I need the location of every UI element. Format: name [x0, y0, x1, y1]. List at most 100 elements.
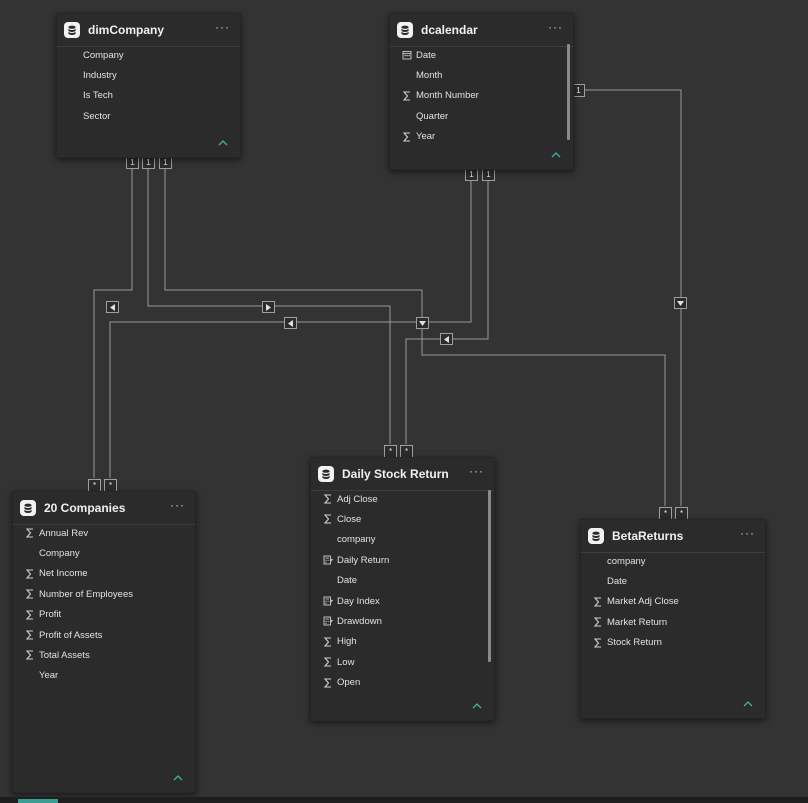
table-field[interactable]: Date: [390, 46, 436, 64]
table-field[interactable]: Month Number: [390, 87, 479, 105]
sigma-icon: [23, 528, 37, 538]
scrollbar[interactable]: [567, 44, 570, 140]
table-field[interactable]: Quarter: [390, 107, 448, 125]
table-field[interactable]: Company: [13, 544, 80, 562]
table-field[interactable]: Date: [581, 572, 627, 590]
field-label: Stock Return: [607, 637, 662, 649]
table-field[interactable]: Stock Return: [581, 634, 662, 652]
field-label: company: [607, 555, 646, 567]
table-field[interactable]: High: [311, 633, 357, 651]
field-label: Annual Rev: [39, 527, 89, 539]
table-field[interactable]: Year: [13, 667, 58, 685]
table-field[interactable]: Number of Employees: [13, 585, 133, 603]
field-label: Profit of Assets: [39, 629, 103, 641]
table-field[interactable]: Sector: [57, 107, 110, 125]
table-field[interactable]: Company: [57, 46, 124, 64]
rel-line-dimcompany-betareturns: [164, 167, 666, 506]
table-field[interactable]: Net Income: [13, 565, 88, 583]
table-header[interactable]: dcalendar: [390, 14, 573, 47]
sigma-icon: [23, 630, 37, 640]
bottom-tab-bar: [0, 797, 808, 803]
collapse-chevron-up-icon[interactable]: [551, 145, 561, 163]
table-header[interactable]: BetaReturns: [581, 520, 765, 553]
field-label: Company: [83, 49, 124, 61]
field-label: Profit: [39, 609, 62, 621]
field-label: Open: [337, 677, 361, 689]
field-label: Close: [337, 513, 362, 525]
filter-direction-down-icon[interactable]: [416, 317, 429, 329]
table-field[interactable]: Annual Rev: [13, 524, 88, 542]
more-options-button[interactable]: ···: [548, 20, 563, 34]
more-options-button[interactable]: ···: [740, 526, 755, 540]
filter-direction-down-icon[interactable]: [674, 297, 687, 309]
field-label: Total Assets: [39, 649, 90, 661]
field-label: Number of Employees: [39, 588, 133, 600]
table-header[interactable]: dimCompany: [57, 14, 240, 47]
table-field[interactable]: Date: [311, 572, 357, 590]
table-field[interactable]: company: [581, 552, 646, 570]
filter-direction-left-icon[interactable]: [440, 333, 453, 345]
sigma-icon: [321, 657, 335, 667]
more-options-button[interactable]: ···: [215, 20, 230, 34]
table-title: dimCompany: [88, 23, 165, 37]
active-page-tab[interactable]: [18, 799, 58, 803]
table-field[interactable]: Is Tech: [57, 87, 113, 105]
collapse-chevron-up-icon[interactable]: [472, 696, 482, 714]
table-field[interactable]: Close: [311, 510, 361, 528]
table-field[interactable]: Low: [311, 653, 354, 671]
field-label: Market Adj Close: [607, 596, 679, 608]
calculator-icon: [321, 555, 335, 565]
sigma-icon: [23, 610, 37, 620]
table-field[interactable]: Open: [311, 674, 360, 692]
table-field[interactable]: Month: [390, 66, 442, 84]
filter-direction-left-icon[interactable]: [106, 301, 119, 313]
table-field[interactable]: Profit: [13, 606, 61, 624]
sigma-icon: [23, 650, 37, 660]
more-options-button[interactable]: ···: [170, 498, 185, 512]
field-label: Daily Return: [337, 554, 390, 566]
table-field[interactable]: Total Assets: [13, 646, 90, 664]
scrollbar[interactable]: [488, 490, 491, 662]
collapse-chevron-up-icon[interactable]: [743, 694, 753, 712]
field-label: Date: [337, 575, 358, 587]
table-card-daily-stock-return[interactable]: Daily Stock Return ··· Adj Close Close com…: [310, 457, 495, 721]
table-title: Daily Stock Return: [342, 467, 449, 481]
collapse-chevron-up-icon[interactable]: [218, 133, 228, 151]
table-field[interactable]: Market Return: [581, 613, 667, 631]
table-field[interactable]: Drawdown: [311, 612, 382, 630]
table-field[interactable]: Industry: [57, 66, 117, 84]
calendar-icon: [400, 50, 414, 60]
field-label: Net Income: [39, 568, 88, 580]
more-options-button[interactable]: ···: [469, 464, 484, 478]
field-label: Low: [337, 656, 355, 668]
field-label: Industry: [83, 69, 117, 81]
rel-line-dcalendar-dailystock: [405, 179, 489, 444]
field-label: Date: [416, 49, 437, 61]
table-field[interactable]: company: [311, 531, 376, 549]
table-field[interactable]: Daily Return: [311, 551, 389, 569]
table-field[interactable]: Profit of Assets: [13, 626, 102, 644]
filter-direction-left-icon[interactable]: [284, 317, 297, 329]
table-field[interactable]: Day Index: [311, 592, 380, 610]
table-field[interactable]: Adj Close: [311, 490, 378, 508]
table-icon: [588, 528, 604, 544]
field-label: Quarter: [416, 110, 449, 122]
table-icon: [20, 500, 36, 516]
table-card-20-companies[interactable]: 20 Companies ··· Annual Rev Company Net In…: [12, 491, 196, 793]
table-header[interactable]: 20 Companies: [13, 492, 195, 525]
filter-direction-right-icon[interactable]: [262, 301, 275, 313]
table-card-dcalendar[interactable]: dcalendar ··· Date Month Month Number Quart…: [389, 13, 574, 170]
sigma-icon: [591, 617, 605, 627]
field-label: Month Number: [416, 90, 479, 102]
table-field[interactable]: Year: [390, 128, 435, 146]
sigma-icon: [23, 569, 37, 579]
field-label: High: [337, 636, 357, 648]
collapse-chevron-up-icon[interactable]: [173, 768, 183, 786]
table-card-betareturns[interactable]: BetaReturns ··· company Date Market Adj Cl…: [580, 519, 766, 719]
table-header[interactable]: Daily Stock Return: [311, 458, 494, 491]
sigma-icon: [321, 678, 335, 688]
table-field[interactable]: Market Adj Close: [581, 593, 679, 611]
sigma-icon: [400, 132, 414, 142]
sigma-icon: [321, 514, 335, 524]
table-card-dimcompany[interactable]: dimCompany ··· Company Industry Is Tech Sec…: [56, 13, 241, 158]
